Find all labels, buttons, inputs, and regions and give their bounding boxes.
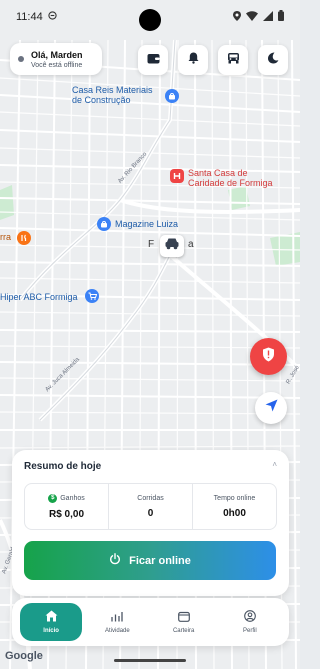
stat-value: 0h00 bbox=[223, 507, 246, 519]
stat-value: R$ 0,00 bbox=[48, 508, 85, 520]
nav-item-home[interactable]: Início bbox=[20, 603, 83, 641]
place-label-hiper-abc[interactable]: Hiper ABC Formiga bbox=[0, 292, 78, 302]
stat-online-time: Tempo online 0h00 bbox=[192, 484, 276, 529]
moon-icon bbox=[267, 51, 279, 69]
offline-dot bbox=[18, 56, 24, 62]
go-online-label: Ficar online bbox=[129, 554, 191, 567]
nav-label: Perfil bbox=[243, 628, 257, 634]
place-label-line: Santa Casa de bbox=[188, 168, 248, 178]
nav-label: Início bbox=[43, 628, 59, 634]
navigation-arrow-icon bbox=[265, 399, 278, 417]
greeting-status: Você está offline bbox=[31, 61, 83, 69]
power-icon bbox=[109, 553, 121, 568]
place-label-santa-casa[interactable]: Santa Casa de Caridade de Formiga bbox=[188, 168, 273, 188]
go-online-button[interactable]: Ficar online bbox=[24, 541, 276, 580]
home-indicator[interactable] bbox=[114, 659, 186, 662]
car-front-icon bbox=[227, 51, 240, 69]
nav-item-activity[interactable]: Atividade bbox=[86, 603, 148, 641]
hospital-pin-icon[interactable] bbox=[170, 169, 184, 183]
home-icon bbox=[45, 610, 58, 624]
nav-item-profile[interactable]: Perfil bbox=[219, 603, 281, 641]
wifi-icon bbox=[246, 10, 258, 24]
top-actions bbox=[138, 45, 288, 75]
nav-label: Carteira bbox=[172, 627, 195, 634]
cart-pin-icon[interactable] bbox=[85, 289, 99, 303]
stat-label: Corridas bbox=[137, 494, 164, 502]
shop-pin-icon[interactable] bbox=[165, 89, 179, 103]
shop-pin-icon[interactable] bbox=[97, 217, 111, 231]
google-logo: Google bbox=[5, 650, 43, 662]
chart-icon bbox=[111, 611, 124, 624]
place-label-line: Casa Reis Materiais bbox=[72, 85, 153, 95]
bell-icon bbox=[188, 51, 199, 69]
emergency-button[interactable] bbox=[250, 338, 287, 375]
place-label-line: Caridade de Formiga bbox=[188, 178, 273, 188]
chevron-up-icon[interactable]: ˄ bbox=[272, 460, 277, 469]
greeting-card: Olá, Marden Você está offline bbox=[10, 43, 102, 75]
stat-rides: Corridas 0 bbox=[108, 484, 192, 529]
wallet-button[interactable] bbox=[138, 45, 168, 75]
notifications-button[interactable] bbox=[178, 45, 208, 75]
status-time: 11:44 bbox=[16, 11, 43, 23]
location-icon bbox=[233, 10, 241, 24]
wallet-icon bbox=[177, 611, 190, 624]
nav-item-wallet[interactable]: Carteira bbox=[153, 603, 215, 641]
stat-value: 0 bbox=[147, 507, 154, 519]
driver-car-marker bbox=[160, 235, 184, 257]
dollar-coin-icon: $ bbox=[48, 493, 58, 503]
place-label-magazine-luiza[interactable]: Magazine Luiza bbox=[115, 219, 178, 229]
vehicle-button[interactable] bbox=[218, 45, 248, 75]
greeting-name: Olá, Marden bbox=[31, 49, 83, 60]
place-label-partial: rra bbox=[0, 232, 11, 242]
shield-alert-icon bbox=[262, 347, 275, 367]
stat-label: Ganhos bbox=[60, 494, 85, 502]
city-label-right: a bbox=[188, 239, 194, 250]
summary-title: Resumo de hoje bbox=[24, 461, 102, 472]
place-label-casa-reis[interactable]: Casa Reis Materiais de Construção bbox=[72, 85, 153, 105]
locate-me-button[interactable] bbox=[255, 392, 287, 424]
place-label-line: de Construção bbox=[72, 95, 131, 105]
daily-summary-card: Resumo de hoje ˄ $ Ganhos R$ 0,00 Corrid… bbox=[12, 450, 289, 596]
restaurant-pin-icon[interactable] bbox=[17, 231, 31, 245]
stat-label-wrap: $ Ganhos bbox=[48, 493, 85, 503]
bottom-nav: Início Atividade Carteira Perfil bbox=[12, 598, 289, 646]
stat-earnings: $ Ganhos R$ 0,00 bbox=[25, 484, 108, 529]
car-icon bbox=[164, 237, 180, 255]
theme-toggle-button[interactable] bbox=[258, 45, 288, 75]
stat-label: Tempo online bbox=[213, 494, 256, 502]
battery-icon bbox=[278, 10, 284, 24]
camera-cutout bbox=[139, 9, 161, 31]
summary-stats: $ Ganhos R$ 0,00 Corridas 0 Tempo online… bbox=[24, 483, 277, 530]
signal-icon bbox=[263, 10, 273, 24]
nav-label: Atividade bbox=[105, 627, 130, 634]
notification-icon bbox=[48, 11, 57, 23]
user-icon bbox=[244, 610, 256, 624]
city-label-left: F bbox=[148, 239, 155, 250]
wallet-icon bbox=[147, 51, 160, 69]
